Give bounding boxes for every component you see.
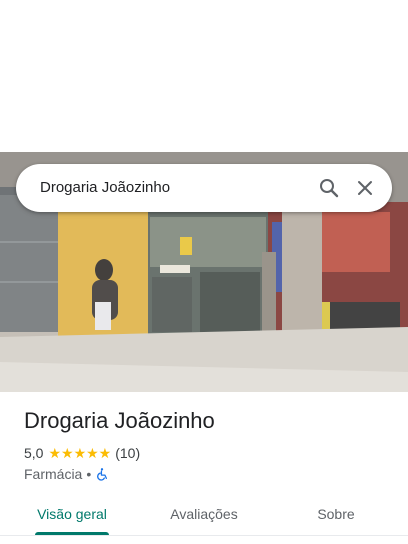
review-count[interactable]: (10) — [115, 445, 140, 461]
place-title: Drogaria Joãozinho — [24, 408, 215, 433]
rating-row[interactable]: 5,0 ★★★★★ (10) — [24, 444, 140, 462]
search-bar[interactable]: Drogaria Joãozinho — [16, 164, 392, 212]
tab-overview[interactable]: Visão geral — [24, 496, 120, 532]
rating-value: 5,0 — [24, 445, 44, 461]
tabs-divider — [0, 535, 408, 536]
search-input[interactable]: Drogaria Joãozinho — [40, 164, 170, 212]
tab-reviews[interactable]: Avaliações — [154, 496, 254, 532]
wheelchair-icon — [95, 467, 109, 481]
close-icon[interactable] — [353, 176, 377, 200]
star-rating: ★★★★★ — [48, 444, 112, 461]
tab-about[interactable]: Sobre — [296, 496, 376, 532]
separator-dot: • — [86, 466, 92, 482]
search-icon[interactable] — [317, 176, 341, 200]
map-blank-area — [0, 0, 408, 152]
place-category: Farmácia — [24, 466, 83, 482]
place-tabs: Visão geral Avaliações Sobre — [0, 496, 408, 536]
category-row: Farmácia • — [24, 465, 109, 483]
